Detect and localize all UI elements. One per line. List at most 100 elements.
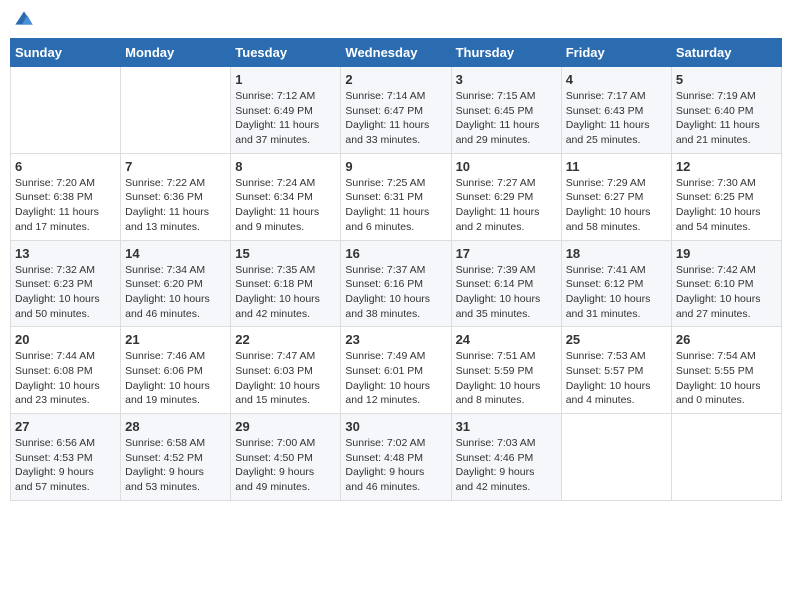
day-cell: 12Sunrise: 7:30 AM Sunset: 6:25 PM Dayli… <box>671 153 781 240</box>
day-detail: Sunrise: 7:02 AM Sunset: 4:48 PM Dayligh… <box>345 436 446 495</box>
day-number: 15 <box>235 246 336 261</box>
day-number: 8 <box>235 159 336 174</box>
day-cell: 6 Sunrise: 7:20 AM Sunset: 6:38 PM Daylig… <box>11 153 121 240</box>
day-number: 29 <box>235 419 336 434</box>
day-cell: 8Sunrise: 7:24 AM Sunset: 6:34 PM Daylig… <box>231 153 341 240</box>
day-cell: 3 Sunrise: 7:15 AM Sunset: 6:45 PM Daylig… <box>451 67 561 154</box>
day-number: 24 <box>456 332 557 347</box>
day-cell: 30 Sunrise: 7:02 AM Sunset: 4:48 PM Dayli… <box>341 414 451 501</box>
day-detail: Sunrise: 7:53 AM Sunset: 5:57 PM Dayligh… <box>566 349 667 408</box>
header-day-saturday: Saturday <box>671 39 781 67</box>
day-detail: Sunrise: 7:20 AM Sunset: 6:38 PM Dayligh… <box>15 176 116 235</box>
day-cell: 4 Sunrise: 7:17 AM Sunset: 6:43 PM Daylig… <box>561 67 671 154</box>
day-number: 30 <box>345 419 446 434</box>
day-cell: 31 Sunrise: 7:03 AM Sunset: 4:46 PM Dayli… <box>451 414 561 501</box>
calendar-header: SundayMondayTuesdayWednesdayThursdayFrid… <box>11 39 782 67</box>
day-cell: 11 Sunrise: 7:29 AM Sunset: 6:27 PM Dayli… <box>561 153 671 240</box>
week-row-2: 6 Sunrise: 7:20 AM Sunset: 6:38 PM Daylig… <box>11 153 782 240</box>
day-cell <box>121 67 231 154</box>
day-detail: Sunrise: 7:22 AM Sunset: 6:36 PM Dayligh… <box>125 176 226 235</box>
day-detail: Sunrise: 7:42 AM Sunset: 6:10 PM Dayligh… <box>676 263 777 322</box>
day-detail: Sunrise: 7:35 AM Sunset: 6:18 PM Dayligh… <box>235 263 336 322</box>
day-cell: 5 Sunrise: 7:19 AM Sunset: 6:40 PM Daylig… <box>671 67 781 154</box>
day-cell: 1Sunrise: 7:12 AM Sunset: 6:49 PM Daylig… <box>231 67 341 154</box>
day-number: 28 <box>125 419 226 434</box>
page-header <box>10 10 782 30</box>
header-day-tuesday: Tuesday <box>231 39 341 67</box>
day-number: 26 <box>676 332 777 347</box>
day-detail: Sunrise: 7:47 AM Sunset: 6:03 PM Dayligh… <box>235 349 336 408</box>
day-cell: 16 Sunrise: 7:37 AM Sunset: 6:16 PM Dayli… <box>341 240 451 327</box>
day-number: 5 <box>676 72 777 87</box>
day-detail: Sunrise: 7:54 AM Sunset: 5:55 PM Dayligh… <box>676 349 777 408</box>
day-number: 6 <box>15 159 116 174</box>
day-number: 7 <box>125 159 226 174</box>
header-day-thursday: Thursday <box>451 39 561 67</box>
day-cell: 17 Sunrise: 7:39 AM Sunset: 6:14 PM Dayli… <box>451 240 561 327</box>
day-number: 23 <box>345 332 446 347</box>
day-detail: Sunrise: 7:32 AM Sunset: 6:23 PM Dayligh… <box>15 263 116 322</box>
header-day-monday: Monday <box>121 39 231 67</box>
day-detail: Sunrise: 7:00 AM Sunset: 4:50 PM Dayligh… <box>235 436 336 495</box>
header-row: SundayMondayTuesdayWednesdayThursdayFrid… <box>11 39 782 67</box>
day-cell: 20Sunrise: 7:44 AM Sunset: 6:08 PM Dayli… <box>11 327 121 414</box>
day-number: 17 <box>456 246 557 261</box>
day-detail: Sunrise: 7:41 AM Sunset: 6:12 PM Dayligh… <box>566 263 667 322</box>
day-number: 27 <box>15 419 116 434</box>
day-detail: Sunrise: 7:34 AM Sunset: 6:20 PM Dayligh… <box>125 263 226 322</box>
day-detail: Sunrise: 6:58 AM Sunset: 4:52 PM Dayligh… <box>125 436 226 495</box>
day-cell: 10 Sunrise: 7:27 AM Sunset: 6:29 PM Dayli… <box>451 153 561 240</box>
day-detail: Sunrise: 7:29 AM Sunset: 6:27 PM Dayligh… <box>566 176 667 235</box>
header-day-wednesday: Wednesday <box>341 39 451 67</box>
day-detail: Sunrise: 7:46 AM Sunset: 6:06 PM Dayligh… <box>125 349 226 408</box>
logo-icon <box>14 10 34 30</box>
day-cell: 24 Sunrise: 7:51 AM Sunset: 5:59 PM Dayli… <box>451 327 561 414</box>
day-detail: Sunrise: 7:49 AM Sunset: 6:01 PM Dayligh… <box>345 349 446 408</box>
day-number: 10 <box>456 159 557 174</box>
day-detail: Sunrise: 7:19 AM Sunset: 6:40 PM Dayligh… <box>676 89 777 148</box>
day-number: 31 <box>456 419 557 434</box>
week-row-1: 1Sunrise: 7:12 AM Sunset: 6:49 PM Daylig… <box>11 67 782 154</box>
day-detail: Sunrise: 6:56 AM Sunset: 4:53 PM Dayligh… <box>15 436 116 495</box>
week-row-5: 27 Sunrise: 6:56 AM Sunset: 4:53 PM Dayli… <box>11 414 782 501</box>
day-detail: Sunrise: 7:03 AM Sunset: 4:46 PM Dayligh… <box>456 436 557 495</box>
day-number: 3 <box>456 72 557 87</box>
day-cell: 7 Sunrise: 7:22 AM Sunset: 6:36 PM Daylig… <box>121 153 231 240</box>
day-cell <box>671 414 781 501</box>
day-number: 2 <box>345 72 446 87</box>
day-detail: Sunrise: 7:39 AM Sunset: 6:14 PM Dayligh… <box>456 263 557 322</box>
day-detail: Sunrise: 7:17 AM Sunset: 6:43 PM Dayligh… <box>566 89 667 148</box>
logo <box>14 10 36 30</box>
day-cell: 28 Sunrise: 6:58 AM Sunset: 4:52 PM Dayli… <box>121 414 231 501</box>
day-cell <box>11 67 121 154</box>
calendar-table: SundayMondayTuesdayWednesdayThursdayFrid… <box>10 38 782 501</box>
day-number: 18 <box>566 246 667 261</box>
day-detail: Sunrise: 7:44 AM Sunset: 6:08 PM Dayligh… <box>15 349 116 408</box>
day-detail: Sunrise: 7:51 AM Sunset: 5:59 PM Dayligh… <box>456 349 557 408</box>
day-detail: Sunrise: 7:37 AM Sunset: 6:16 PM Dayligh… <box>345 263 446 322</box>
day-cell: 18 Sunrise: 7:41 AM Sunset: 6:12 PM Dayli… <box>561 240 671 327</box>
day-detail: Sunrise: 7:25 AM Sunset: 6:31 PM Dayligh… <box>345 176 446 235</box>
day-number: 16 <box>345 246 446 261</box>
day-number: 25 <box>566 332 667 347</box>
day-number: 4 <box>566 72 667 87</box>
day-detail: Sunrise: 7:27 AM Sunset: 6:29 PM Dayligh… <box>456 176 557 235</box>
header-day-friday: Friday <box>561 39 671 67</box>
day-cell: 23 Sunrise: 7:49 AM Sunset: 6:01 PM Dayli… <box>341 327 451 414</box>
day-cell: 14Sunrise: 7:34 AM Sunset: 6:20 PM Dayli… <box>121 240 231 327</box>
day-number: 22 <box>235 332 336 347</box>
day-cell: 21Sunrise: 7:46 AM Sunset: 6:06 PM Dayli… <box>121 327 231 414</box>
day-cell: 26 Sunrise: 7:54 AM Sunset: 5:55 PM Dayli… <box>671 327 781 414</box>
header-day-sunday: Sunday <box>11 39 121 67</box>
week-row-4: 20Sunrise: 7:44 AM Sunset: 6:08 PM Dayli… <box>11 327 782 414</box>
day-number: 1 <box>235 72 336 87</box>
day-cell: 27 Sunrise: 6:56 AM Sunset: 4:53 PM Dayli… <box>11 414 121 501</box>
day-number: 11 <box>566 159 667 174</box>
day-cell: 2 Sunrise: 7:14 AM Sunset: 6:47 PM Daylig… <box>341 67 451 154</box>
day-detail: Sunrise: 7:14 AM Sunset: 6:47 PM Dayligh… <box>345 89 446 148</box>
day-cell: 9 Sunrise: 7:25 AM Sunset: 6:31 PM Daylig… <box>341 153 451 240</box>
day-number: 9 <box>345 159 446 174</box>
day-cell: 22 Sunrise: 7:47 AM Sunset: 6:03 PM Dayli… <box>231 327 341 414</box>
day-number: 13 <box>15 246 116 261</box>
day-detail: Sunrise: 7:15 AM Sunset: 6:45 PM Dayligh… <box>456 89 557 148</box>
